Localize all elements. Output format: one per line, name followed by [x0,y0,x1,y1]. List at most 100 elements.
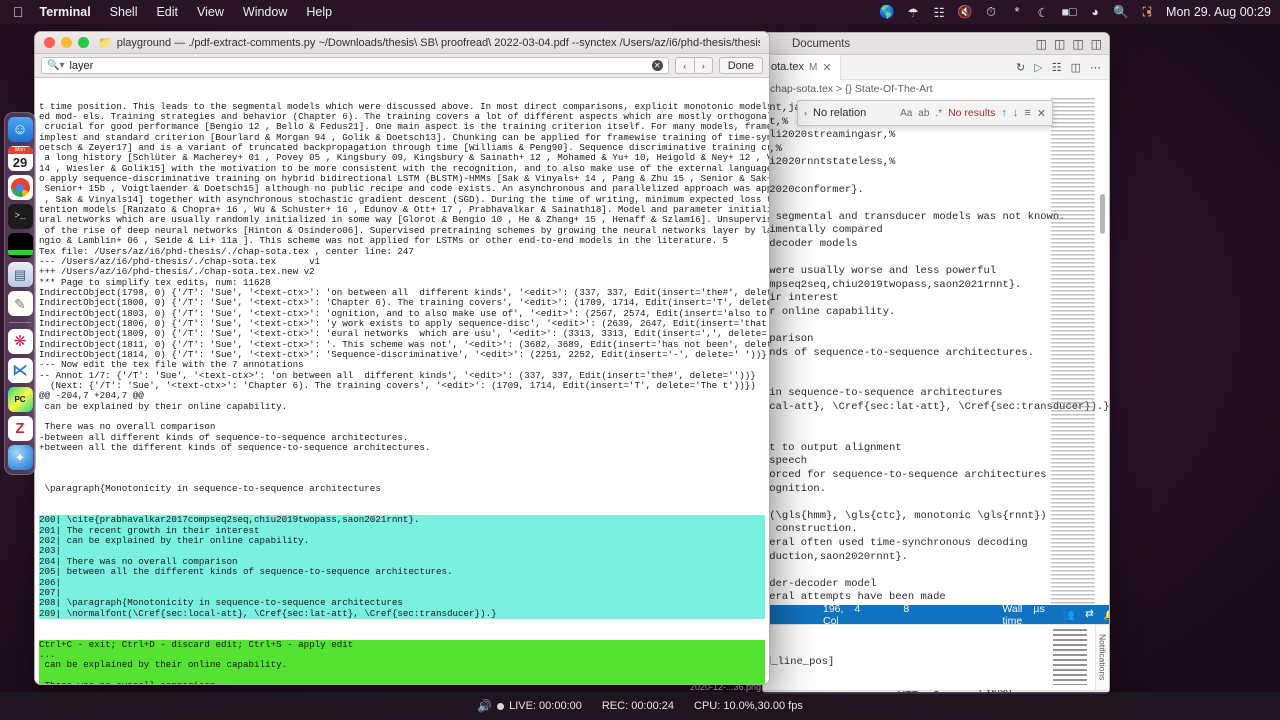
vscode-editor-body[interactable]: nnt,jain2019rnnt,yeh2019trafot,% nt,% ,l… [763,98,1109,605]
clear-search-icon[interactable]: ✕ [652,60,663,71]
search-done-button[interactable]: Done [719,57,763,74]
speaker-icon: 🔊 [477,699,492,713]
dock-item-finder[interactable] [8,117,33,142]
panel-right-icon[interactable]: ◫ [1072,37,1083,51]
vscode-breadcrumb[interactable]: chap-sota.tex > {} State-Of-The-Art [763,80,1109,98]
open-preview-icon[interactable]: ☷ [1052,61,1062,74]
vscode-find-widget[interactable]: › No relation Aa ab .* No results ↑ ↓ ≡ … [797,100,1053,126]
dock-item-terminal-green[interactable] [8,233,33,258]
find-in-selection-icon[interactable]: ≡ [1024,107,1030,119]
box-icon[interactable]: ☷ [926,5,952,20]
sync-icon[interactable]: ↻ [1016,61,1025,74]
find-next-icon[interactable]: ↓ [1013,107,1019,119]
dock-item-vscode[interactable] [8,358,33,383]
terminal-titlebar[interactable]: 📁 playground — ./pdf-extract-comments.py… [35,32,769,54]
vscode-window-title: Documents [792,38,850,50]
cpu-label: CPU: 10.0%,30.00 fps [694,700,803,712]
vscode-window[interactable]: Documents ◫ ◫ ◫ ◫ ota.tex M ✕ ↻ ▷ ☷ ◫ ⋯ … [762,32,1110,694]
dock-item-zotero[interactable] [8,416,33,441]
scrollbar-thumb[interactable] [1100,194,1105,234]
zoom-button[interactable] [78,37,89,48]
search-icon[interactable]: 🔍▾ [47,60,64,71]
chevron-right-icon[interactable]: › [804,108,807,118]
rec-label: REC: 00:00:24 [602,700,674,712]
cpu-status: CPU: 10.0%,30.00 fps [694,700,803,712]
calendar-header: Mon [8,147,33,154]
dock-item-preview[interactable] [8,262,33,287]
terminal-window[interactable]: 📁 playground — ./pdf-extract-comments.py… [34,31,770,685]
notifications-strip[interactable]: Notifications [1095,625,1109,690]
panel-bottom-icon[interactable]: ◫ [1054,37,1065,51]
dropbox-icon[interactable]: ☂ [900,5,926,20]
terminal-output[interactable]: t time position. This leads to the segme… [35,78,769,685]
close-button[interactable] [44,37,55,48]
live-status: 🔊 LIVE: 00:00:00 [477,699,582,713]
menu-item-view[interactable]: View [197,5,224,19]
vscode-output-panel[interactable]: d_line_pos] tex_delete in insert: ipping… [763,624,1109,690]
search-next-button[interactable]: › [694,57,713,74]
menu-item-terminal[interactable]: Terminal [40,5,91,19]
bell-icon[interactable]: 🔔 [1104,608,1110,621]
live-indicator-dot [497,703,504,710]
minimize-button[interactable] [61,37,72,48]
panel-minimap[interactable] [1053,629,1087,685]
dock-item-notes[interactable] [8,291,33,316]
globe-icon[interactable]: 🌎 [874,5,900,20]
dock-divider [9,322,31,323]
bluetooth-icon[interactable]: * [1004,5,1030,19]
menu-item-help[interactable]: Help [306,5,332,19]
battery-icon[interactable]: ■□ [1056,5,1082,19]
moon-icon[interactable]: ☾ [1030,5,1056,20]
search-prev-button[interactable]: ‹ [675,57,694,74]
menu-item-edit[interactable]: Edit [156,5,178,19]
tab-close-icon[interactable]: ✕ [822,61,831,74]
split-editor-icon[interactable]: ◫ [1071,61,1081,74]
menubar-clock[interactable]: Mon 29. Aug 00:29 [1166,5,1271,19]
editor-layout-icon[interactable]: ◫ [1091,37,1102,51]
desktop-root:  Terminal Shell Edit View Window Help 🌎… [0,0,1280,720]
tab-chap-sota-tex[interactable]: ota.tex M ✕ [763,55,841,80]
vscode-layout-controls: ◫ ◫ ◫ ◫ [1036,37,1102,51]
remote-icon[interactable]: ⇄ [1085,608,1094,621]
search-input[interactable]: layer [69,60,93,72]
dock-item-safari[interactable] [8,445,33,470]
find-close-icon[interactable]: ✕ [1037,107,1046,120]
panel-left-icon[interactable]: ◫ [1036,37,1047,51]
terminal-plain-output: t time position. This leads to the segme… [39,102,765,495]
search-icon[interactable]: 🔍 [1108,5,1134,20]
terminal-search-field[interactable]: 🔍▾ layer ✕ [41,57,669,74]
dock-item-slack[interactable] [8,329,33,354]
menubar-tray: 🌎 ☂ ☷ 🔇 ⏱ * ☾ ■□ ◕ 🔍 ⛶ Mon 29. Aug 00:29 [874,5,1280,20]
accounts-icon[interactable]: 👥 [1062,608,1075,621]
vscode-editor-actions: ↻ ▷ ☷ ◫ ⋯ [1016,61,1109,74]
tab-modified-badge: M [809,62,817,73]
dock-item-pycharm[interactable]: PC [8,387,33,412]
volume-mute-icon[interactable]: 🔇 [952,5,978,20]
menu-item-window[interactable]: Window [243,5,287,19]
terminal-highlight-green: Ctrl+C - exit; Ctrl+D - discard edit; Ct… [39,640,765,685]
dock-item-calendar[interactable]: Mon 29 [8,146,33,171]
terminal-title-text: playground — ./pdf-extract-comments.py ~… [117,37,760,49]
dock-item-terminal[interactable]: >_ [8,204,33,229]
terminal-find-bar[interactable]: 🔍▾ layer ✕ ‹ › Done [35,54,769,78]
dock: Mon 29 >_ PC [4,112,36,475]
dock-item-chrome[interactable] [8,175,33,200]
whole-word-icon[interactable]: ab [918,108,929,119]
timemachine-icon[interactable]: ⛶ [1134,5,1160,20]
walltime-label: Wall time [1002,603,1022,627]
match-case-icon[interactable]: Aa [900,108,912,119]
menu-item-shell[interactable]: Shell [110,5,138,19]
find-input[interactable]: No relation [813,107,894,119]
regex-icon[interactable]: .* [935,108,942,119]
find-previous-icon[interactable]: ↑ [1001,107,1007,119]
vscode-minimap[interactable] [1051,98,1095,605]
vscode-titlebar: Documents ◫ ◫ ◫ ◫ [763,33,1109,55]
find-results-count: No results [948,107,995,119]
more-actions-icon[interactable]: ⋯ [1090,61,1101,74]
run-icon[interactable]: ▷ [1034,61,1042,74]
wifi-icon[interactable]: ◕ [1082,5,1108,19]
pycharm-label: PC [14,396,25,404]
apple-logo-icon[interactable]:  [13,5,24,19]
vscode-editor-scrollbar[interactable] [1097,98,1108,605]
clock-icon[interactable]: ⏱ [978,5,1004,20]
